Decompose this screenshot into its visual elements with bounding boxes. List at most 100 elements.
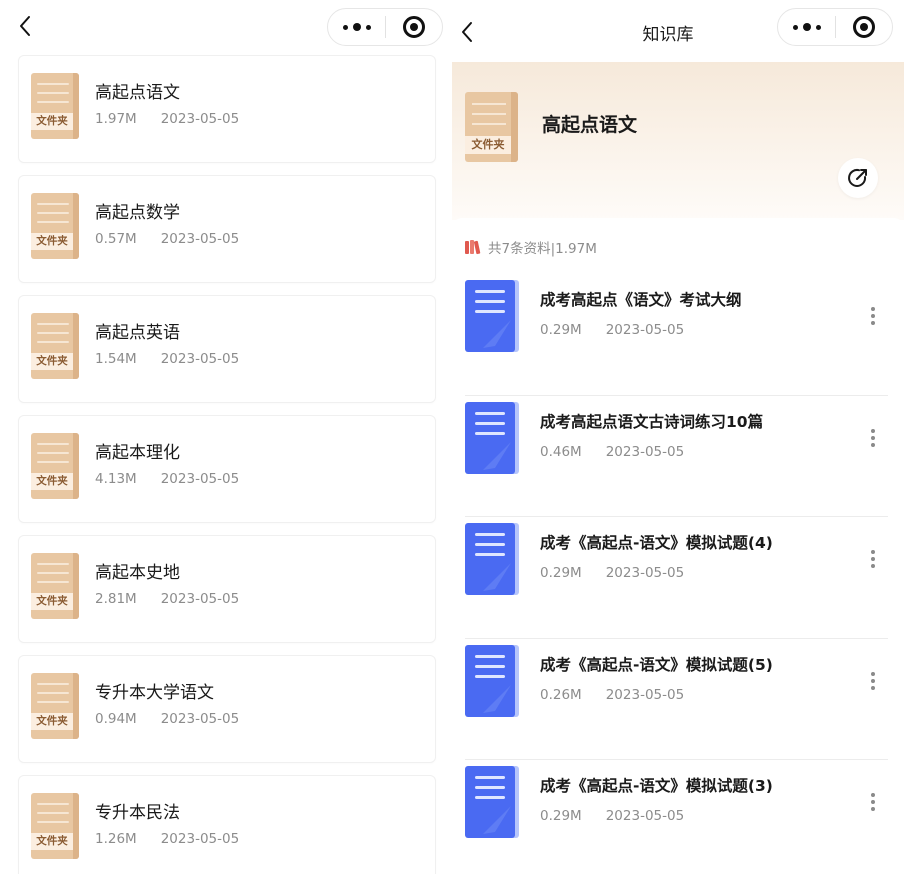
folder-card[interactable]: 文件夹 专升本大学语文 0.94M 2023-05-05 [18, 655, 436, 763]
document-more-button[interactable] [863, 304, 883, 328]
folder-meta: 1.26M 2023-05-05 [95, 831, 239, 847]
close-button[interactable] [386, 9, 442, 45]
folder-tag: 文件夹 [31, 353, 73, 370]
folder-title: 高起点语文 [542, 114, 638, 136]
summary-text: 共7条资料|1.97M [488, 241, 597, 257]
document-size: 0.29M [540, 322, 582, 338]
folder-size: 4.13M [95, 471, 137, 487]
document-meta: 0.26M 2023-05-05 [540, 687, 684, 703]
dot [802, 23, 811, 31]
folder-size: 1.97M [95, 111, 137, 127]
folder-card[interactable]: 文件夹 高起点数学 0.57M 2023-05-05 [18, 175, 436, 283]
dot [871, 307, 875, 311]
folder-date: 2023-05-05 [160, 711, 240, 727]
document-icon [465, 401, 519, 474]
folder-meta: 2.81M 2023-05-05 [95, 591, 239, 607]
dot [871, 314, 875, 318]
target-close-icon [403, 16, 425, 38]
books-icon [465, 240, 481, 255]
dot [871, 321, 875, 325]
folder-size: 0.57M [95, 231, 137, 247]
document-date: 2023-05-05 [605, 322, 685, 338]
document-row[interactable]: 成考《高起点-语文》模拟试题(3) 0.29M 2023-05-05 [465, 760, 888, 874]
document-date: 2023-05-05 [605, 565, 685, 581]
folder-icon: 文件夹 [31, 313, 79, 379]
document-row[interactable]: 成考高起点语文古诗词练习10篇 0.46M 2023-05-05 [465, 396, 888, 517]
share-icon [848, 168, 867, 187]
folder-icon: 文件夹 [31, 553, 79, 619]
document-more-button[interactable] [863, 547, 883, 571]
folder-name: 高起点英语 [95, 323, 180, 343]
folder-name: 高起本史地 [95, 563, 180, 583]
folder-date: 2023-05-05 [160, 591, 240, 607]
document-more-button[interactable] [863, 790, 883, 814]
document-panel: 共7条资料|1.97M 成考高起点《语文》考试大纲 0.29M 2023-05-0… [452, 218, 904, 874]
mini-program-capsule [327, 8, 443, 46]
dot [871, 428, 875, 433]
folder-icon: 文件夹 [465, 92, 518, 162]
left-screen: 文件夹 高起点语文 1.97M 2023-05-05 文件夹 高起点数学 0.57… [0, 0, 452, 874]
dot [871, 557, 875, 561]
folder-size: 1.26M [95, 831, 137, 847]
chevron-left-icon [20, 16, 30, 36]
document-more-button[interactable] [863, 669, 883, 693]
document-icon [465, 280, 519, 352]
dot [871, 793, 875, 797]
folder-card[interactable]: 文件夹 高起点英语 1.54M 2023-05-05 [18, 295, 436, 403]
folder-card[interactable]: 文件夹 专升本民法 1.26M 2023-05-05 [18, 775, 436, 874]
document-size: 0.29M [540, 565, 582, 581]
folder-tag: 文件夹 [31, 593, 73, 610]
folder-meta: 4.13M 2023-05-05 [95, 471, 239, 487]
document-row[interactable]: 成考《高起点-语文》模拟试题(5) 0.26M 2023-05-05 [465, 639, 888, 760]
folder-card[interactable]: 文件夹 高起点语文 1.97M 2023-05-05 [18, 55, 436, 163]
document-icon [465, 766, 519, 838]
document-title: 成考《高起点-语文》模拟试题(3) [540, 777, 773, 795]
document-meta: 0.29M 2023-05-05 [540, 322, 684, 338]
document-size: 0.29M [540, 808, 582, 824]
document-icon [465, 523, 519, 595]
document-title: 成考《高起点-语文》模拟试题(5) [540, 655, 773, 674]
folder-list: 文件夹 高起点语文 1.97M 2023-05-05 文件夹 高起点数学 0.57… [18, 55, 436, 874]
dot [871, 671, 875, 676]
more-menu-button[interactable] [328, 9, 385, 45]
folder-meta: 0.57M 2023-05-05 [95, 231, 239, 247]
document-size: 0.26M [540, 686, 582, 703]
close-button[interactable] [836, 9, 892, 45]
folder-size: 2.81M [95, 591, 137, 607]
document-icon [465, 644, 519, 717]
more-menu-button[interactable] [778, 9, 835, 45]
document-list: 成考高起点《语文》考试大纲 0.29M 2023-05-05 成考高起点语文古诗词… [465, 274, 888, 874]
folder-size: 0.94M [95, 711, 137, 727]
folder-name: 高起点数学 [95, 203, 180, 223]
folder-date: 2023-05-05 [160, 351, 240, 367]
folder-meta: 0.94M 2023-05-05 [95, 711, 239, 727]
dot [871, 800, 875, 804]
folder-header: 文件夹 高起点语文 [452, 62, 904, 220]
folder-size: 1.54M [95, 351, 137, 367]
dot [352, 23, 361, 31]
right-screen: 知识库 文件夹 高起点语文 共7条资料|1.97M 成考高起点《语文》考试大纲 … [452, 0, 904, 874]
dot [871, 435, 875, 440]
folder-tag: 文件夹 [31, 473, 73, 490]
dot [871, 564, 875, 568]
dot [871, 807, 875, 811]
dot [871, 685, 875, 690]
folder-icon: 文件夹 [31, 673, 79, 739]
document-date: 2023-05-05 [605, 808, 685, 824]
document-title: 成考《高起点-语文》模拟试题(4) [540, 534, 773, 552]
folder-card[interactable]: 文件夹 高起本史地 2.81M 2023-05-05 [18, 535, 436, 643]
share-button[interactable] [838, 158, 878, 198]
document-more-button[interactable] [863, 426, 883, 450]
folder-name: 专升本大学语文 [95, 683, 214, 703]
dot [871, 678, 875, 683]
folder-card[interactable]: 文件夹 高起本理化 4.13M 2023-05-05 [18, 415, 436, 523]
document-row[interactable]: 成考《高起点-语文》模拟试题(4) 0.29M 2023-05-05 [465, 517, 888, 639]
document-row[interactable]: 成考高起点《语文》考试大纲 0.29M 2023-05-05 [465, 274, 888, 396]
folder-name: 高起点语文 [95, 83, 180, 103]
dot [792, 24, 798, 30]
folder-tag: 文件夹 [465, 136, 511, 154]
folder-tag: 文件夹 [31, 713, 73, 730]
back-button[interactable] [14, 14, 38, 38]
folder-tag: 文件夹 [31, 833, 73, 850]
document-title: 成考高起点《语文》考试大纲 [540, 291, 742, 309]
